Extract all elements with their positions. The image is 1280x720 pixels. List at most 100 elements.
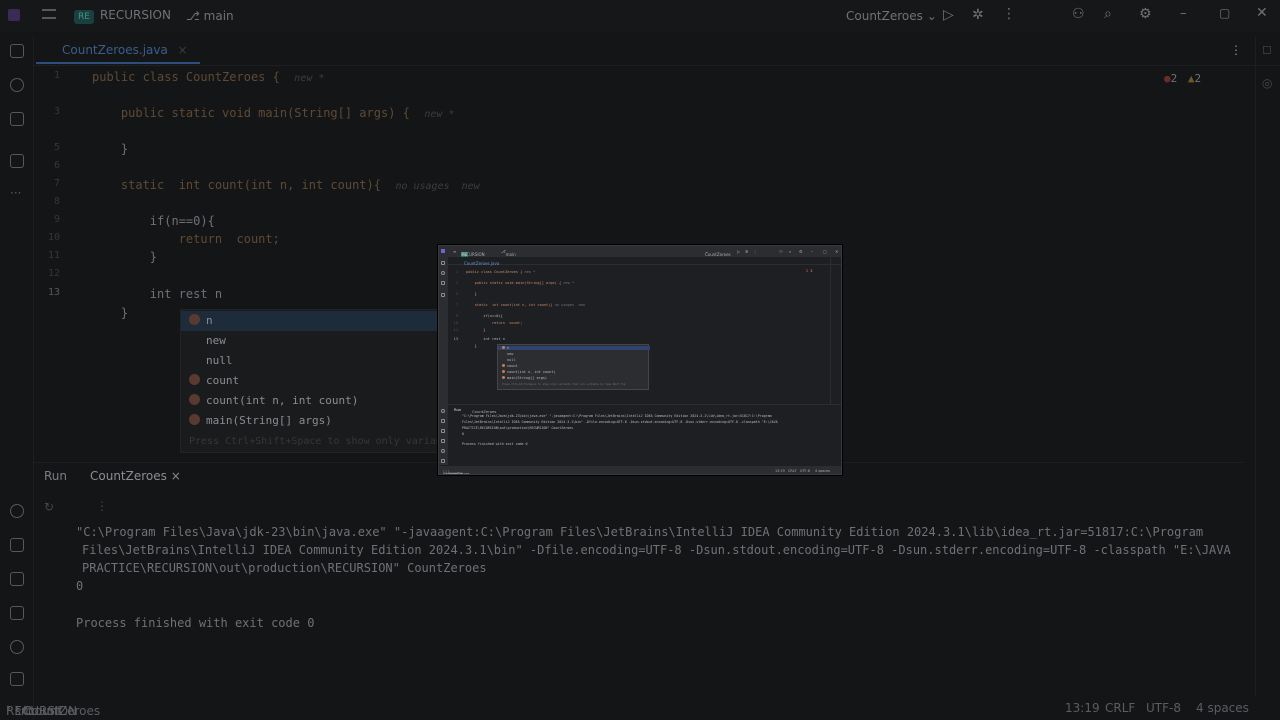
inspections-widget[interactable]: ●2 ▲2 (1164, 72, 1201, 85)
code-line: } (466, 292, 477, 296)
completion-item[interactable]: main(String[] args) (502, 376, 547, 380)
line-number: 8 (53, 196, 60, 207)
mini-run-console[interactable]: "C:\Program Files\Java\jdk-23\bin\java.e… (462, 412, 832, 466)
maximize-icon[interactable]: ▢ (1219, 6, 1230, 20)
rerun-icon[interactable]: ↻ (44, 500, 54, 514)
pull-requests-icon[interactable] (441, 281, 445, 285)
run-icon[interactable]: ▷ (943, 7, 954, 23)
build-icon[interactable] (10, 606, 24, 620)
line-separator[interactable]: CRLF (1105, 701, 1135, 715)
code-text: static int count(int n, int count){ (466, 303, 553, 307)
notifications-icon[interactable]: ◻ (1262, 42, 1272, 56)
variable-icon (502, 346, 505, 349)
main-menu-icon[interactable] (42, 9, 56, 19)
problems-icon[interactable] (441, 449, 445, 453)
close-icon[interactable]: ✕ (1256, 5, 1268, 21)
status-bar: RECURSION › src › CountZeroes › count 13… (0, 698, 1280, 720)
caret-position[interactable]: 13:19 (775, 469, 785, 473)
debug-icon[interactable]: ✲ (972, 7, 984, 23)
close-tab-icon[interactable]: × (171, 469, 181, 483)
add-user-icon[interactable]: ⚇ (779, 249, 783, 254)
line-separator[interactable]: CRLF (788, 469, 797, 473)
run-tool-icon[interactable] (10, 538, 24, 552)
more-actions-icon[interactable]: ⋮ (753, 249, 757, 254)
run-icon[interactable]: ▷ (737, 249, 740, 254)
run-tab[interactable]: CountZeroes × (90, 469, 181, 483)
file-encoding[interactable]: UTF-8 (800, 469, 810, 473)
inspections-widget[interactable]: 2 2 (806, 269, 813, 273)
run-config-select[interactable]: CountZeroes ⌄ (846, 9, 937, 23)
search-icon[interactable]: ⌕ (789, 249, 791, 254)
project-widget[interactable]: RE RECURSION (74, 8, 171, 24)
completion-item[interactable]: n (181, 311, 439, 331)
build-icon[interactable] (441, 439, 445, 443)
inlay-hint: no usages new (395, 181, 480, 192)
completion-item[interactable]: count (502, 364, 518, 368)
completion-item[interactable]: new (189, 331, 226, 351)
indent-setting[interactable]: 4 spaces (815, 469, 830, 473)
file-encoding[interactable]: UTF-8 (1146, 701, 1181, 715)
breadcrumb-item[interactable]: count (28, 704, 62, 718)
pull-requests-icon[interactable] (10, 112, 24, 126)
branch-widget[interactable]: ⎇ main (186, 9, 234, 23)
gear-icon[interactable]: ⚙ (1139, 6, 1152, 22)
more-actions-icon[interactable]: ⋮ (1002, 6, 1016, 22)
console-line: Files\JetBrains\IntelliJ IDEA Community … (82, 543, 1231, 557)
indent-setting[interactable]: 4 spaces (1196, 701, 1249, 715)
add-user-icon[interactable]: ⚇ (1072, 6, 1085, 22)
maximize-icon[interactable]: ▢ (823, 249, 827, 254)
completion-item[interactable]: count(int n, int count) (189, 391, 358, 411)
main-menu-icon[interactable]: ≡ (453, 249, 456, 254)
services-icon[interactable] (10, 504, 24, 518)
version-control-icon[interactable] (10, 672, 24, 686)
project-folder-icon[interactable] (441, 261, 445, 265)
code-line: public class CountZeroes { new * (92, 70, 324, 88)
breadcrumb-item[interactable]: count (449, 472, 459, 474)
ai-assistant-icon[interactable]: ◎ (1262, 76, 1272, 90)
completion-label: n (206, 314, 213, 327)
version-control-icon[interactable] (441, 459, 445, 463)
terminal-icon[interactable] (441, 429, 445, 433)
project-name: RECURSION (99, 8, 171, 22)
close-icon[interactable]: ✕ (835, 249, 838, 254)
commit-icon[interactable] (441, 271, 445, 275)
line-number: 11 (47, 250, 60, 261)
caret-position[interactable]: 13:19 (1065, 701, 1100, 715)
minimize-icon[interactable]: – (1180, 6, 1187, 21)
branch-widget[interactable]: ⎇ main (501, 249, 516, 257)
method-icon (189, 394, 200, 405)
warning-count: 2 (1194, 72, 1202, 85)
completion-item[interactable]: null (189, 351, 233, 371)
close-tab-icon[interactable]: × (178, 43, 188, 57)
inlay-hint: no usages new (554, 303, 586, 307)
completion-item[interactable]: new (502, 352, 513, 356)
gear-icon[interactable]: ⚙ (799, 249, 803, 254)
run-tool-icon[interactable] (441, 419, 445, 423)
structure-icon[interactable] (441, 293, 445, 297)
variable-icon (189, 314, 200, 325)
completion-item[interactable]: main(String[] args) (189, 411, 332, 431)
warning-icon: ▲ (1187, 72, 1195, 85)
line-number: 1 (455, 270, 458, 274)
completion-item[interactable]: count(int n, int count) (502, 370, 555, 374)
search-icon[interactable]: ⌕ (1104, 6, 1112, 22)
completion-item[interactable]: n (498, 346, 650, 350)
tab-more-icon[interactable]: ⋮ (1230, 43, 1242, 57)
more-tools-icon[interactable]: ··· (10, 187, 24, 202)
tab-countzeroes-java[interactable]: CountZeroes.java × (36, 43, 200, 64)
project-folder-icon[interactable] (10, 44, 24, 58)
more-run-actions-icon[interactable]: ⋮ (96, 499, 108, 513)
run-config-select[interactable]: CountZeroes ⌄ (705, 249, 731, 257)
structure-icon[interactable] (10, 154, 24, 168)
mini-editor-tabs: CountZeroes.java (448, 257, 841, 266)
debug-icon[interactable]: ✲ (745, 249, 748, 254)
line-number: 11 (453, 328, 458, 332)
commit-icon[interactable] (10, 78, 24, 92)
run-console[interactable]: "C:\Program Files\Java\jdk-23\bin\java.e… (34, 520, 1244, 680)
problems-icon[interactable] (10, 640, 24, 654)
services-icon[interactable] (441, 409, 445, 413)
completion-item[interactable]: null (502, 358, 515, 362)
minimize-icon[interactable]: – (811, 249, 813, 254)
completion-item[interactable]: count (189, 371, 239, 391)
terminal-icon[interactable] (10, 572, 24, 586)
